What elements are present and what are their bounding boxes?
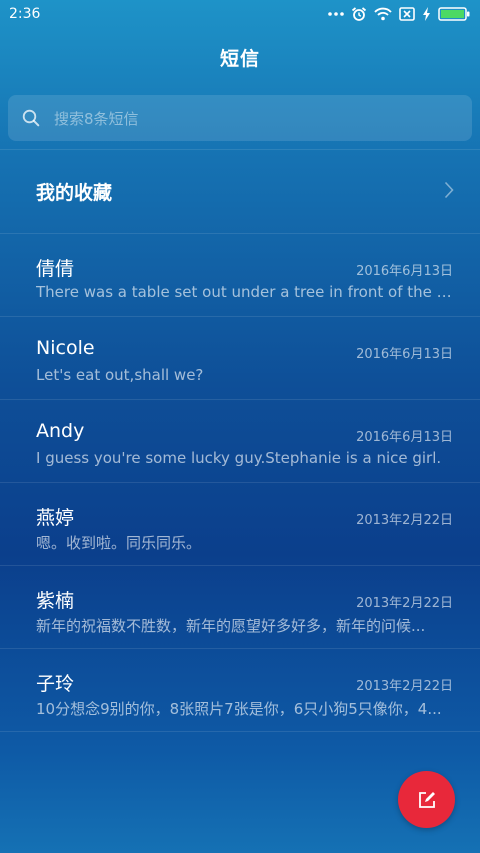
message-preview: There was a table set out under a tree i…: [36, 283, 452, 301]
page-title: 短信: [219, 48, 260, 70]
conversation-row[interactable]: Nicole 2016年6月13日 Let's eat out,shall we…: [0, 317, 480, 400]
contact-name: 燕婷: [36, 507, 75, 529]
contact-name: 紫楠: [36, 590, 75, 612]
conversation-row[interactable]: 紫楠 2013年2月22日 新年的祝福数不胜数，新年的愿望好多好多，新年的问候.…: [0, 566, 480, 649]
status-icons: [328, 6, 470, 22]
contact-name: 倩倩: [36, 258, 75, 280]
conversation-row[interactable]: 子玲 2013年2月22日 10分想念9别的你，8张照片7张是你，6只小狗5只像…: [0, 649, 480, 732]
message-date: 2013年2月22日: [356, 679, 453, 694]
message-date: 2016年6月13日: [356, 430, 453, 445]
battery-icon: [438, 7, 470, 21]
wifi-icon: [374, 7, 392, 21]
message-date: 2016年6月13日: [356, 264, 453, 279]
favorites-label: 我的收藏: [36, 182, 113, 204]
status-time: 2:36: [9, 6, 41, 22]
alarm-icon: [351, 6, 367, 22]
favorites-row[interactable]: 我的收藏: [0, 150, 480, 233]
chevron-right-icon: [444, 181, 454, 203]
conversation-list: 倩倩 2016年6月13日 There was a table set out …: [0, 234, 480, 732]
charging-icon: [422, 7, 431, 21]
compose-icon: [418, 791, 436, 809]
search-bar[interactable]: 搜索8条短信: [8, 95, 472, 141]
status-bar: 2:36: [0, 0, 480, 28]
message-preview: 10分想念9别的你，8张照片7张是你，6只小狗5只像你，4...: [36, 700, 442, 718]
message-preview: 嗯。收到啦。同乐同乐。: [36, 534, 202, 552]
contact-name: Andy: [36, 420, 85, 442]
conversation-row[interactable]: Andy 2016年6月13日 I guess you're some luck…: [0, 400, 480, 483]
search-icon: [22, 109, 40, 127]
search-placeholder: 搜索8条短信: [54, 109, 139, 128]
message-preview: I guess you're some lucky guy.Stephanie …: [36, 449, 442, 467]
message-date: 2013年2月22日: [356, 513, 453, 528]
message-date: 2016年6月13日: [356, 347, 453, 362]
compose-button[interactable]: [398, 771, 455, 828]
conversation-row[interactable]: 燕婷 2013年2月22日 嗯。收到啦。同乐同乐。: [0, 483, 480, 566]
no-sim-icon: [399, 7, 415, 21]
message-preview: Let's eat out,shall we?: [36, 366, 204, 384]
contact-name: Nicole: [36, 337, 95, 359]
conversation-row[interactable]: 倩倩 2016年6月13日 There was a table set out …: [0, 234, 480, 317]
contact-name: 子玲: [36, 673, 75, 695]
more-dots-icon: [328, 11, 344, 17]
message-date: 2013年2月22日: [356, 596, 453, 611]
message-preview: 新年的祝福数不胜数，新年的愿望好多好多，新年的问候...: [36, 617, 426, 635]
